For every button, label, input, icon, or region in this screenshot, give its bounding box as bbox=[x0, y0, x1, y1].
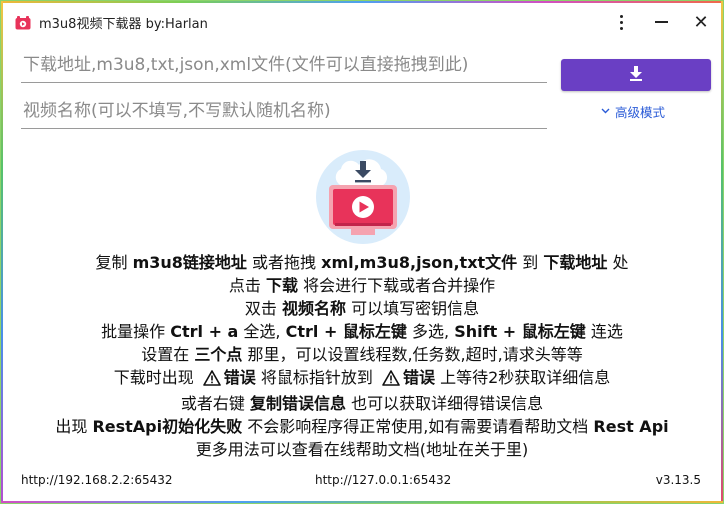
video-download-illustration bbox=[315, 149, 411, 245]
help-text: 批量操作 bbox=[101, 322, 171, 341]
warning-icon bbox=[202, 369, 221, 392]
help-text: 全选, bbox=[238, 322, 286, 341]
help-keyword: Shift + 鼠标左键 bbox=[454, 322, 586, 341]
help-text: 可以填写密钥信息 bbox=[346, 299, 480, 318]
download-url-input[interactable] bbox=[21, 53, 547, 83]
window-controls: ✕ bbox=[601, 3, 721, 41]
help-text: 更多用法可以查看在线帮助文档(地址在关于里) bbox=[195, 440, 529, 459]
help-keyword: 三个点 bbox=[194, 345, 243, 364]
help-keyword: 复制错误信息 bbox=[249, 394, 346, 413]
app-window: m3u8视频下载器 by:Harlan ✕ 高级模式 bbox=[0, 0, 724, 504]
help-keyword: xml,m3u8,json,txt文件 bbox=[321, 253, 518, 272]
help-text: 或者拖拽 bbox=[246, 253, 322, 272]
help-text: 连选 bbox=[585, 322, 623, 341]
version-label: v3.13.5 bbox=[655, 473, 701, 487]
help-keyword: 下载地址 bbox=[543, 253, 608, 272]
help-line-5: 设置在 三个点 那里，可以设置线程数,任务数,超时,请求头等等 bbox=[3, 343, 721, 366]
help-keyword: 视频名称 bbox=[281, 299, 346, 318]
help-keyword: Rest Api bbox=[593, 417, 669, 436]
minimize-icon[interactable] bbox=[641, 3, 681, 41]
window-border-bottom bbox=[1, 501, 723, 503]
help-text: 也可以获取详细得错误信息 bbox=[346, 394, 544, 413]
help-line-2: 点击 下载 将会进行下载或者合并操作 bbox=[3, 274, 721, 297]
help-keyword: 下载 bbox=[265, 276, 298, 295]
lan-api-address[interactable]: http://192.168.2.2:65432 bbox=[21, 473, 173, 487]
help-keyword: RestApi初始化失败 bbox=[92, 417, 243, 436]
help-text: 多选, bbox=[406, 322, 455, 341]
warning-icon bbox=[382, 369, 400, 392]
advanced-mode-label: 高级模式 bbox=[615, 105, 666, 120]
help-text: 上等待2秒获取详细信息 bbox=[435, 368, 611, 387]
vertical-dots-icon[interactable] bbox=[601, 3, 641, 41]
app-logo-icon bbox=[15, 15, 31, 30]
help-keyword: 错误 bbox=[403, 368, 436, 387]
help-text: 下载时出现 bbox=[113, 368, 199, 387]
close-icon[interactable]: ✕ bbox=[681, 3, 721, 41]
help-line-4: 批量操作 Ctrl + a 全选, Ctrl + 鼠标左键 多选, Shift … bbox=[3, 320, 721, 343]
help-text: 出现 bbox=[55, 417, 93, 436]
help-text: 或者右键 bbox=[180, 394, 250, 413]
help-text: 点击 bbox=[228, 276, 266, 295]
help-line-3: 双击 视频名称 可以填写密钥信息 bbox=[3, 297, 721, 320]
help-text: 处 bbox=[607, 253, 629, 272]
help-line-6: 下载时出现 错误 将鼠标指针放到 错误 上等待2秒获取详细信息 bbox=[3, 366, 721, 392]
download-icon bbox=[629, 65, 643, 85]
advanced-mode-toggle[interactable]: 高级模式 bbox=[601, 102, 665, 121]
title-bar[interactable]: m3u8视频下载器 by:Harlan ✕ bbox=[3, 3, 721, 41]
chevron-down-icon bbox=[601, 106, 610, 117]
help-text: 不会影响程序得正常使用,如有需要请看帮助文档 bbox=[242, 417, 594, 436]
download-button[interactable] bbox=[561, 59, 711, 91]
local-api-address[interactable]: http://127.0.0.1:65432 bbox=[315, 473, 451, 487]
help-text: 将鼠标指针放到 bbox=[255, 368, 378, 387]
close-glyph: ✕ bbox=[693, 11, 709, 33]
help-line-8: 出现 RestApi初始化失败 不会影响程序得正常使用,如有需要请看帮助文档 R… bbox=[3, 415, 721, 438]
help-instructions: 复制 m3u8链接地址 或者拖拽 xml,m3u8,json,txt文件 到 下… bbox=[3, 251, 721, 461]
window-title: m3u8视频下载器 by:Harlan bbox=[39, 16, 208, 32]
help-line-7: 或者右键 复制错误信息 也可以获取详细得错误信息 bbox=[3, 392, 721, 415]
help-text: 那里，可以设置线程数,任务数,超时,请求头等等 bbox=[242, 345, 583, 364]
help-text: 到 bbox=[517, 253, 544, 272]
help-text: 将会进行下载或者合并操作 bbox=[298, 276, 496, 295]
help-line-9: 更多用法可以查看在线帮助文档(地址在关于里) bbox=[3, 438, 721, 461]
status-bar: http://192.168.2.2:65432 http://127.0.0.… bbox=[3, 469, 721, 493]
help-keyword: Ctrl + 鼠标左键 bbox=[285, 322, 407, 341]
help-text: 设置在 bbox=[141, 345, 195, 364]
help-keyword: 错误 bbox=[223, 368, 256, 387]
help-keyword: Ctrl + a bbox=[170, 322, 239, 341]
help-keyword: m3u8链接地址 bbox=[132, 253, 247, 272]
help-text: 复制 bbox=[95, 253, 133, 272]
help-text: 双击 bbox=[244, 299, 282, 318]
window-border-right bbox=[721, 1, 723, 503]
help-line-1: 复制 m3u8链接地址 或者拖拽 xml,m3u8,json,txt文件 到 下… bbox=[3, 251, 721, 274]
video-name-input[interactable] bbox=[21, 99, 547, 129]
